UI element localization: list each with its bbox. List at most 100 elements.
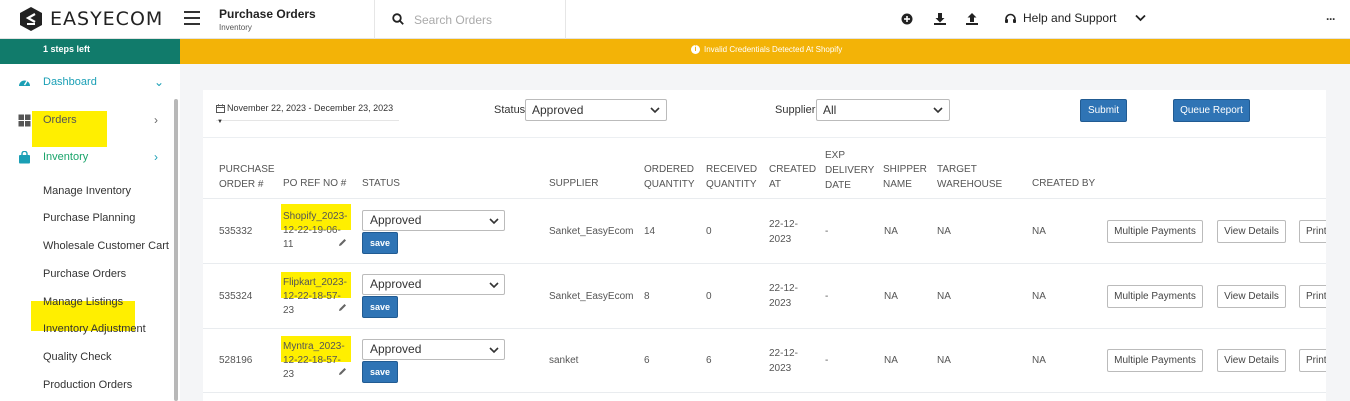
row-status-select[interactable]: Approved: [362, 274, 505, 295]
row-status-select[interactable]: Approved: [362, 210, 505, 231]
onboarding-steps-bar[interactable]: 1 steps left: [0, 39, 180, 64]
save-button[interactable]: save: [362, 232, 398, 254]
shipper-cell: NA: [884, 355, 898, 366]
more-dots-icon[interactable]: ···: [1326, 12, 1336, 26]
sidebar-subitem-manage-inventory[interactable]: Manage Inventory: [43, 185, 131, 197]
supplier-cell: sanket: [549, 355, 579, 366]
po-number-cell: 535332: [219, 226, 253, 237]
pencil-edit-icon[interactable]: [338, 367, 347, 376]
sidebar-subitem-wholesale-cart[interactable]: Wholesale Customer Cart: [43, 240, 169, 252]
header-divider: [565, 0, 566, 39]
queue-report-button[interactable]: Queue Report: [1173, 99, 1250, 122]
purchase-orders-card: November 22, 2023 - December 23, 2023 ▼ …: [203, 90, 1326, 401]
help-support-label: Help and Support: [1023, 11, 1117, 25]
calendar-icon: [216, 103, 225, 113]
upload-icon[interactable]: [965, 12, 979, 26]
column-header-target-warehouse: TARGET WAREHOUSE: [937, 164, 1003, 190]
po-number-cell: 535324: [219, 291, 253, 302]
chevron-down-icon: [489, 218, 499, 225]
target-warehouse-cell: NA: [937, 355, 951, 366]
shipper-cell: NA: [884, 291, 898, 302]
supplier-cell: Sanket_EasyEcom: [549, 291, 634, 302]
chevron-down-icon: [1135, 14, 1147, 22]
supplier-filter-select[interactable]: All: [816, 99, 950, 121]
gauge-icon: [19, 80, 30, 86]
pencil-edit-icon[interactable]: [338, 303, 347, 312]
chevron-right-icon: ›: [154, 113, 158, 127]
date-range-underline: [216, 120, 399, 121]
status-filter-value: Approved: [532, 103, 584, 117]
table-row-divider: [203, 328, 1326, 329]
sidebar-item-inventory[interactable]: Inventory ›: [0, 147, 172, 169]
pencil-edit-icon[interactable]: [338, 238, 347, 247]
date-range-picker[interactable]: November 22, 2023 - December 23, 2023: [216, 103, 393, 113]
page-breadcrumb: Inventory: [219, 23, 252, 32]
sidebar-scrollbar[interactable]: [174, 99, 178, 401]
search-icon: [392, 13, 404, 25]
submit-button[interactable]: Submit: [1080, 99, 1127, 122]
logo[interactable]: EASYECOM: [20, 7, 163, 31]
help-support-button[interactable]: Help and Support: [1004, 11, 1147, 25]
steps-left-label: 1 steps left: [43, 44, 91, 54]
chevron-down-icon: [650, 107, 660, 114]
row-status-value: Approved: [370, 277, 422, 291]
easyecom-logo-icon: [20, 7, 42, 31]
supplier-filter-value: All: [823, 103, 837, 117]
print-button[interactable]: Print: [1299, 220, 1326, 243]
print-button[interactable]: Print: [1299, 349, 1326, 372]
hamburger-menu-icon[interactable]: [184, 11, 200, 25]
sidebar-subitem-inventory-adjustment[interactable]: Inventory Adjustment: [43, 323, 146, 335]
alert-banner-text: Invalid Credentials Detected At Shopify: [704, 45, 843, 54]
plus-circle-icon[interactable]: [900, 12, 914, 26]
created-at-cell: 22-12- 2023: [769, 348, 798, 374]
shopping-bag-icon: [19, 151, 30, 164]
sidebar-subitem-purchase-planning[interactable]: Purchase Planning: [43, 212, 135, 224]
column-header-created-by: CREATED BY: [1032, 178, 1096, 189]
column-header-po-number: PURCHASE ORDER #: [219, 164, 275, 190]
ordered-qty-cell: 6: [644, 355, 650, 366]
sidebar-item-label: Dashboard: [43, 76, 97, 88]
shipper-cell: NA: [884, 226, 898, 237]
info-icon: i: [691, 45, 700, 54]
sidebar-subitem-manage-listings[interactable]: Manage Listings: [43, 296, 123, 308]
view-details-button[interactable]: View Details: [1217, 285, 1286, 308]
sidebar-item-dashboard[interactable]: Dashboard ⌄: [0, 72, 172, 94]
multiple-payments-button[interactable]: Multiple Payments: [1107, 285, 1203, 308]
created-by-cell: NA: [1032, 226, 1046, 237]
row-status-select[interactable]: Approved: [362, 339, 505, 360]
column-header-supplier: SUPPLIER: [549, 178, 599, 189]
table-row-divider: [203, 392, 1326, 393]
view-details-button[interactable]: View Details: [1217, 220, 1286, 243]
chevron-right-icon: ›: [154, 150, 158, 164]
multiple-payments-button[interactable]: Multiple Payments: [1107, 220, 1203, 243]
exp-delivery-cell: -: [825, 291, 829, 302]
alert-banner: i Invalid Credentials Detected At Shopif…: [180, 39, 1350, 64]
chevron-down-icon: [489, 347, 499, 354]
po-number-cell: 528196: [219, 355, 253, 366]
date-range-value: November 22, 2023 - December 23, 2023: [227, 103, 394, 113]
save-button[interactable]: save: [362, 361, 398, 383]
chevron-down-icon: [933, 107, 943, 114]
save-button[interactable]: save: [362, 296, 398, 318]
sidebar-subitem-production-orders[interactable]: Production Orders: [43, 379, 132, 391]
multiple-payments-button[interactable]: Multiple Payments: [1107, 349, 1203, 372]
supplier-filter-label: Supplier: [775, 104, 816, 116]
caret-down-icon[interactable]: ▼: [217, 119, 223, 125]
sidebar-subitem-purchase-orders[interactable]: Purchase Orders: [43, 268, 126, 280]
headset-icon: [1005, 13, 1016, 23]
status-filter-label: Status: [494, 104, 526, 116]
search-input[interactable]: [414, 10, 554, 30]
download-icon[interactable]: [933, 12, 947, 26]
page-title: Purchase Orders: [219, 7, 316, 21]
sidebar-item-orders[interactable]: Orders ›: [0, 110, 172, 132]
status-filter-select[interactable]: Approved: [525, 99, 667, 121]
column-header-created-at: CREATED AT: [769, 164, 817, 190]
print-button[interactable]: Print: [1299, 285, 1326, 308]
grid-icon: [18, 114, 31, 127]
sidebar-subitem-quality-check[interactable]: Quality Check: [43, 351, 111, 363]
column-header-exp-delivery: EXP DELIVERY DATE: [825, 150, 875, 191]
logo-text: EASYECOM: [50, 8, 164, 30]
sidebar-item-label: Orders: [43, 114, 77, 126]
target-warehouse-cell: NA: [937, 291, 951, 302]
view-details-button[interactable]: View Details: [1217, 349, 1286, 372]
